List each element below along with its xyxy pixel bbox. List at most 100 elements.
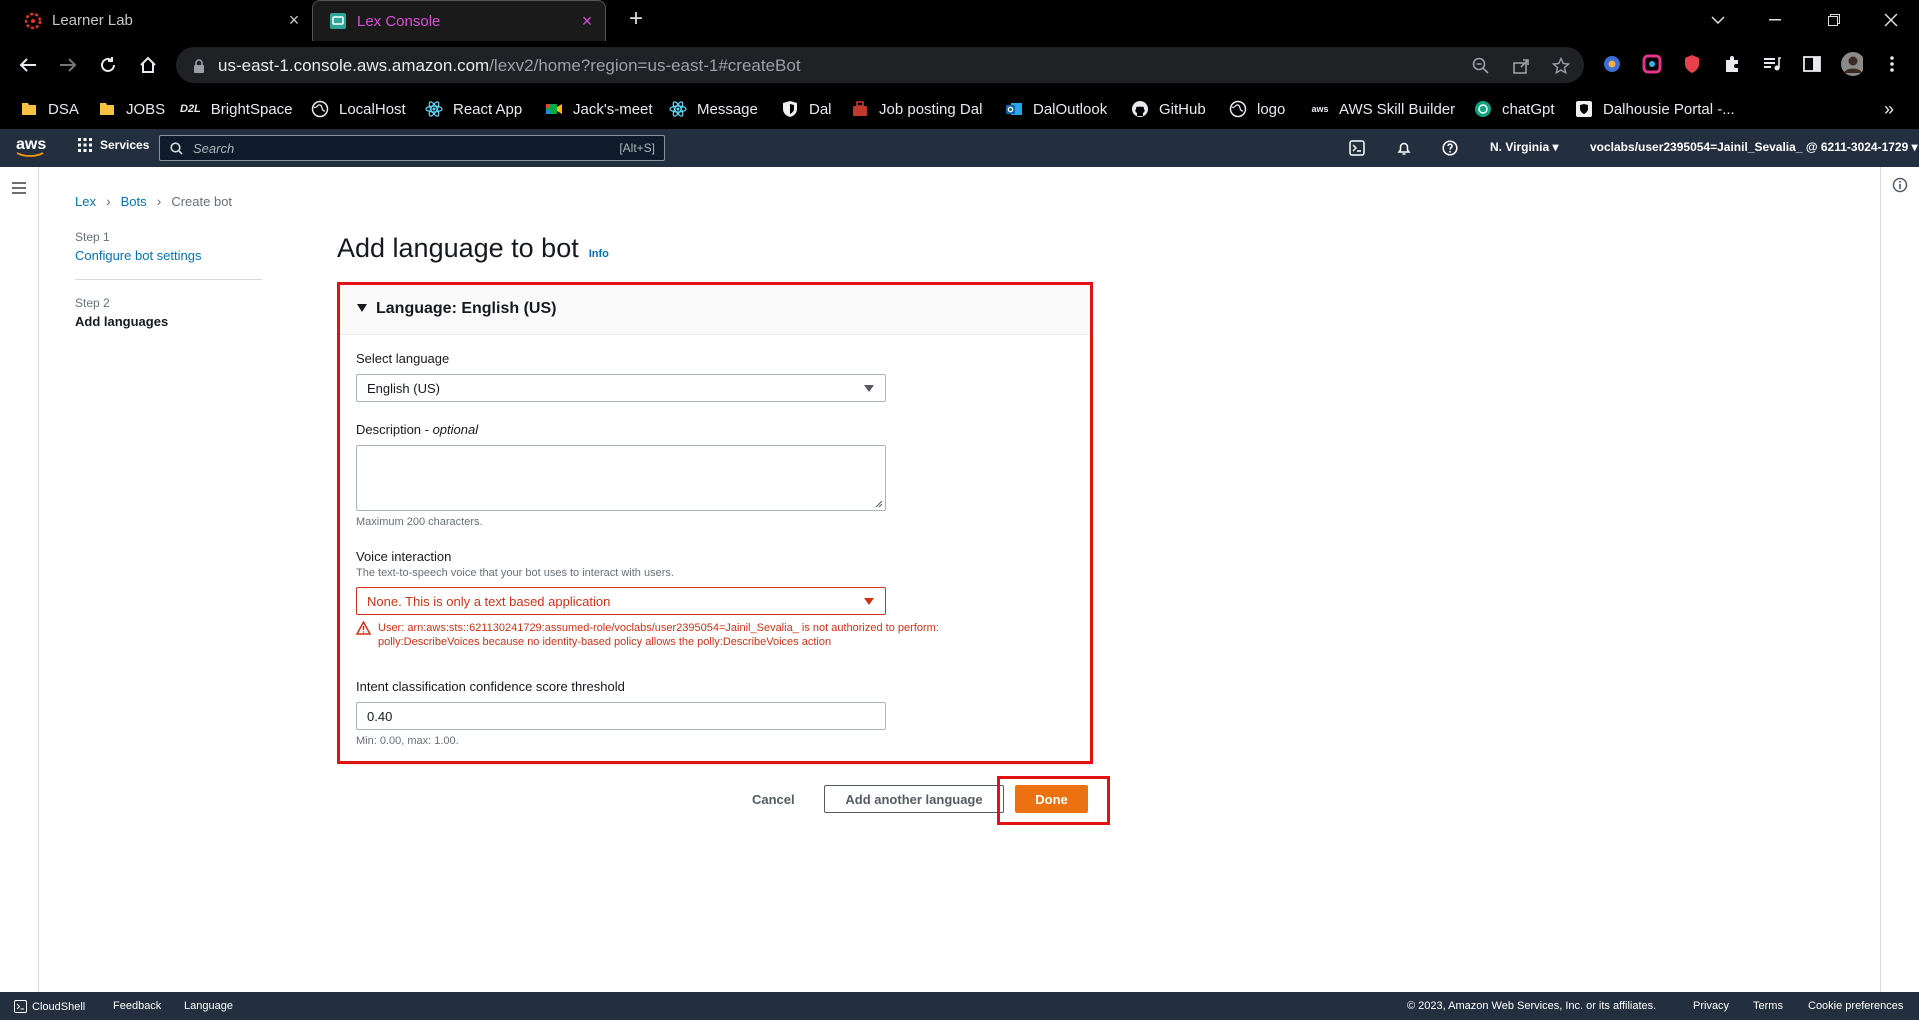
breadcrumb-create-bot: Create bot <box>171 193 233 209</box>
navigation-rail <box>0 167 39 992</box>
back-icon[interactable] <box>16 53 40 77</box>
browser-menu-icon[interactable] <box>1881 53 1903 75</box>
threshold-value: 0.40 <box>367 709 393 724</box>
bookmark-github[interactable]: GitHub <box>1131 97 1206 121</box>
profile-avatar[interactable] <box>1841 52 1863 76</box>
voice-error-message: User: arn:aws:sts::621130241729:assumed-… <box>356 621 1036 649</box>
bookmark-dalhousie-portal[interactable]: Dalhousie Portal -... <box>1575 97 1735 121</box>
footer-feedback[interactable]: Feedback <box>113 1000 161 1012</box>
chevron-right-icon: › <box>105 193 111 209</box>
footer-terms[interactable]: Terms <box>1753 1000 1783 1012</box>
extensions-puzzle-icon[interactable] <box>1721 53 1743 75</box>
resize-handle-icon[interactable] <box>875 500 883 508</box>
grid-icon <box>78 138 92 152</box>
info-link[interactable]: Info <box>589 248 609 260</box>
bookmark-jacks-meet[interactable]: Jack's-meet <box>545 97 653 121</box>
info-icon[interactable] <box>1892 177 1908 193</box>
reload-icon[interactable] <box>96 53 120 77</box>
breadcrumb-lex[interactable]: Lex <box>75 194 96 209</box>
bookmark-localhost[interactable]: LocalHost <box>311 97 406 121</box>
extension-color-icon[interactable] <box>1641 53 1663 75</box>
hamburger-menu-icon[interactable] <box>11 181 27 195</box>
search-placeholder: Search <box>193 141 235 156</box>
bookmark-label: logo <box>1257 100 1286 118</box>
footer-privacy[interactable]: Privacy <box>1693 1000 1729 1012</box>
forward-icon[interactable] <box>56 53 80 77</box>
share-icon[interactable] <box>1510 55 1532 77</box>
voice-interaction-description: The text-to-speech voice that your bot u… <box>356 567 674 579</box>
tools-rail <box>1880 167 1919 992</box>
restore-icon[interactable] <box>1822 8 1846 32</box>
step-1-link[interactable]: Configure bot settings <box>75 248 262 263</box>
bookmark-label: Dal <box>809 100 832 118</box>
footer-cookie-preferences[interactable]: Cookie preferences <box>1808 1000 1903 1012</box>
folder-icon <box>20 100 38 118</box>
footer-language[interactable]: Language <box>184 1000 233 1012</box>
page-title-text: Add language to bot <box>337 233 579 263</box>
extension-shield-icon[interactable] <box>1681 53 1703 75</box>
zoom-icon[interactable] <box>1470 55 1492 77</box>
bookmarks-bar: DSA JOBS D2L BrightSpace LocalHost React … <box>0 89 1919 129</box>
outlook-icon <box>1005 100 1023 118</box>
done-button[interactable]: Done <box>1015 785 1088 813</box>
region-label: N. Virginia <box>1490 140 1550 154</box>
folder-icon <box>98 100 116 118</box>
notifications-bell-icon[interactable] <box>1395 139 1413 157</box>
cancel-button[interactable]: Cancel <box>752 792 795 807</box>
threshold-label: Intent classification confidence score t… <box>356 679 625 694</box>
step-2-label: Step 2 <box>75 296 110 310</box>
bookmark-brightspace[interactable]: D2L BrightSpace <box>180 97 293 121</box>
home-icon[interactable] <box>136 53 160 77</box>
description-textarea[interactable] <box>356 445 886 511</box>
bookmark-jobs[interactable]: JOBS <box>98 97 165 121</box>
bookmark-logo[interactable]: logo <box>1229 97 1285 121</box>
threshold-input[interactable]: 0.40 <box>356 702 886 730</box>
bookmark-message[interactable]: Message <box>669 97 758 121</box>
services-label: Services <box>100 138 150 152</box>
bookmark-react-app[interactable]: React App <box>425 97 522 121</box>
services-menu[interactable]: Services <box>78 138 149 152</box>
address-bar[interactable]: us-east-1.console.aws.amazon.com/lexv2/h… <box>176 47 1584 83</box>
url-text: us-east-1.console.aws.amazon.com/lexv2/h… <box>218 56 801 76</box>
media-playlist-icon[interactable] <box>1761 53 1783 75</box>
step-2-current: Add languages <box>75 314 169 329</box>
dal-shield-icon <box>1575 100 1593 118</box>
bookmark-chatgpt[interactable]: chatGpt <box>1474 97 1555 121</box>
side-panel-icon[interactable] <box>1801 53 1823 75</box>
aws-logo[interactable]: aws <box>16 136 46 158</box>
account-label: voclabs/user2395054=Jainil_Sevalia_ @ 62… <box>1590 140 1909 154</box>
region-selector[interactable]: N. Virginia ▾ <box>1490 140 1559 154</box>
search-input[interactable]: Search [Alt+S] <box>159 135 665 161</box>
warning-icon <box>356 621 372 649</box>
minimize-icon[interactable] <box>1763 8 1787 32</box>
extension-blue-icon[interactable] <box>1601 53 1623 75</box>
tab-lex-console[interactable]: Lex Console × <box>312 0 606 41</box>
voice-interaction-label: Voice interaction <box>356 549 452 564</box>
bookmark-dal[interactable]: Dal <box>781 97 832 121</box>
cloudshell-icon[interactable] <box>1348 139 1366 157</box>
more-bookmarks-icon[interactable]: » <box>1884 97 1894 121</box>
voice-error-text: User: arn:aws:sts::621130241729:assumed-… <box>378 622 939 648</box>
close-icon[interactable]: × <box>579 11 595 31</box>
tab-learner-lab[interactable]: Learner Lab × <box>0 0 312 41</box>
add-another-language-button[interactable]: Add another language <box>824 785 1004 813</box>
new-tab-button[interactable]: + <box>624 7 648 32</box>
account-menu[interactable]: voclabs/user2395054=Jainil_Sevalia_ @ 62… <box>1590 140 1918 154</box>
tab-search-icon[interactable] <box>1706 8 1730 32</box>
step-divider <box>75 279 262 280</box>
close-window-icon[interactable] <box>1879 8 1903 32</box>
breadcrumb-bots[interactable]: Bots <box>121 194 147 209</box>
bookmark-job-posting-dal[interactable]: Job posting Dal <box>851 97 982 121</box>
close-icon[interactable]: × <box>286 10 302 30</box>
voice-interaction-dropdown[interactable]: None. This is only a text based applicat… <box>356 587 886 615</box>
language-panel-header[interactable]: Language: English (US) <box>340 285 1091 335</box>
bookmark-daloutlook[interactable]: DalOutlook <box>1005 97 1107 121</box>
help-icon[interactable] <box>1441 139 1459 157</box>
bookmark-star-icon[interactable] <box>1550 55 1572 77</box>
footer-cloudshell[interactable]: CloudShell <box>14 1000 85 1013</box>
bookmark-aws-skill-builder[interactable]: aws AWS Skill Builder <box>1311 97 1455 121</box>
select-language-dropdown[interactable]: English (US) <box>356 374 886 402</box>
lock-icon[interactable] <box>188 55 210 77</box>
step-1-label: Step 1 <box>75 230 110 244</box>
bookmark-dsa[interactable]: DSA <box>20 97 79 121</box>
